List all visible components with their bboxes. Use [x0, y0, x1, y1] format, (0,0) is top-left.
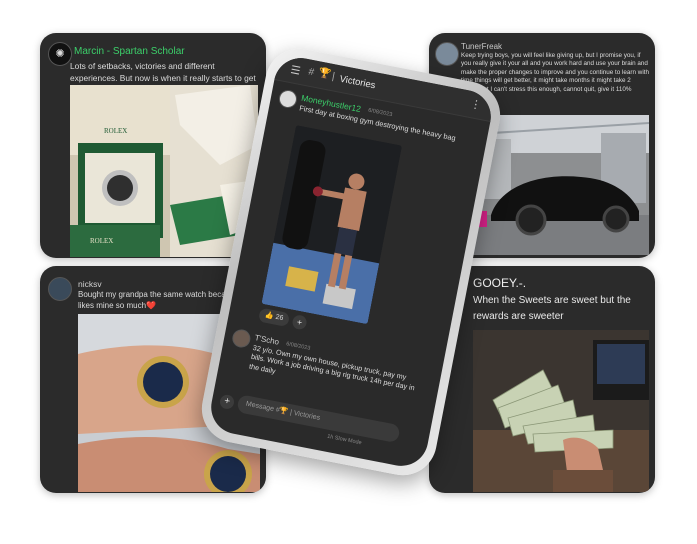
box-brand-label: ROLEX: [90, 237, 114, 245]
username-tunerfreak[interactable]: TunerFreak: [461, 42, 502, 51]
channel-separator: |: [331, 71, 336, 83]
post-image-rolex[interactable]: ROLEX ROLEX: [70, 85, 258, 257]
channel-title: Victories: [338, 73, 377, 92]
avatar-tscho[interactable]: [230, 327, 252, 350]
post-card-marcin[interactable]: ✺ Marcin - Spartan Scholar Lots of setba…: [40, 33, 266, 258]
more-options-icon[interactable]: ⋮: [469, 97, 482, 112]
hash-icon: #: [307, 66, 316, 79]
username-marcin[interactable]: Marcin - Spartan Scholar: [74, 46, 185, 57]
composer-plus-button[interactable]: +: [218, 393, 236, 411]
avatar-moneyhustler[interactable]: [277, 88, 299, 110]
reaction-emoji: 👍: [264, 311, 275, 321]
username-gooey[interactable]: GOOEY.-.: [473, 276, 526, 290]
post2-text: 32 y/o. Own my own house, pickup truck, …: [248, 342, 416, 393]
post1-image-boxing[interactable]: [261, 125, 403, 325]
watch-brand-label: ROLEX: [104, 127, 128, 135]
post-image-cash[interactable]: [473, 330, 649, 492]
reaction-thumbs-up[interactable]: 👍 26: [257, 307, 291, 328]
post-text-gooey: When the Sweets are sweet but the reward…: [473, 295, 631, 322]
trophy-icon: 🏆: [317, 67, 332, 81]
add-reaction-button[interactable]: +: [291, 314, 308, 331]
menu-icon[interactable]: ☰: [289, 63, 301, 78]
slow-mode-label: 1h Slow Mode: [326, 433, 363, 447]
avatar-marcin[interactable]: ✺: [48, 42, 72, 66]
message-post1[interactable]: Moneyhustler12 6/08/2023 First day at bo…: [230, 83, 490, 351]
username-nicksv[interactable]: nicksv: [78, 279, 102, 289]
reaction-count: 26: [274, 313, 284, 323]
avatar-tunerfreak[interactable]: [435, 42, 459, 66]
avatar-nicksv[interactable]: [48, 277, 72, 301]
